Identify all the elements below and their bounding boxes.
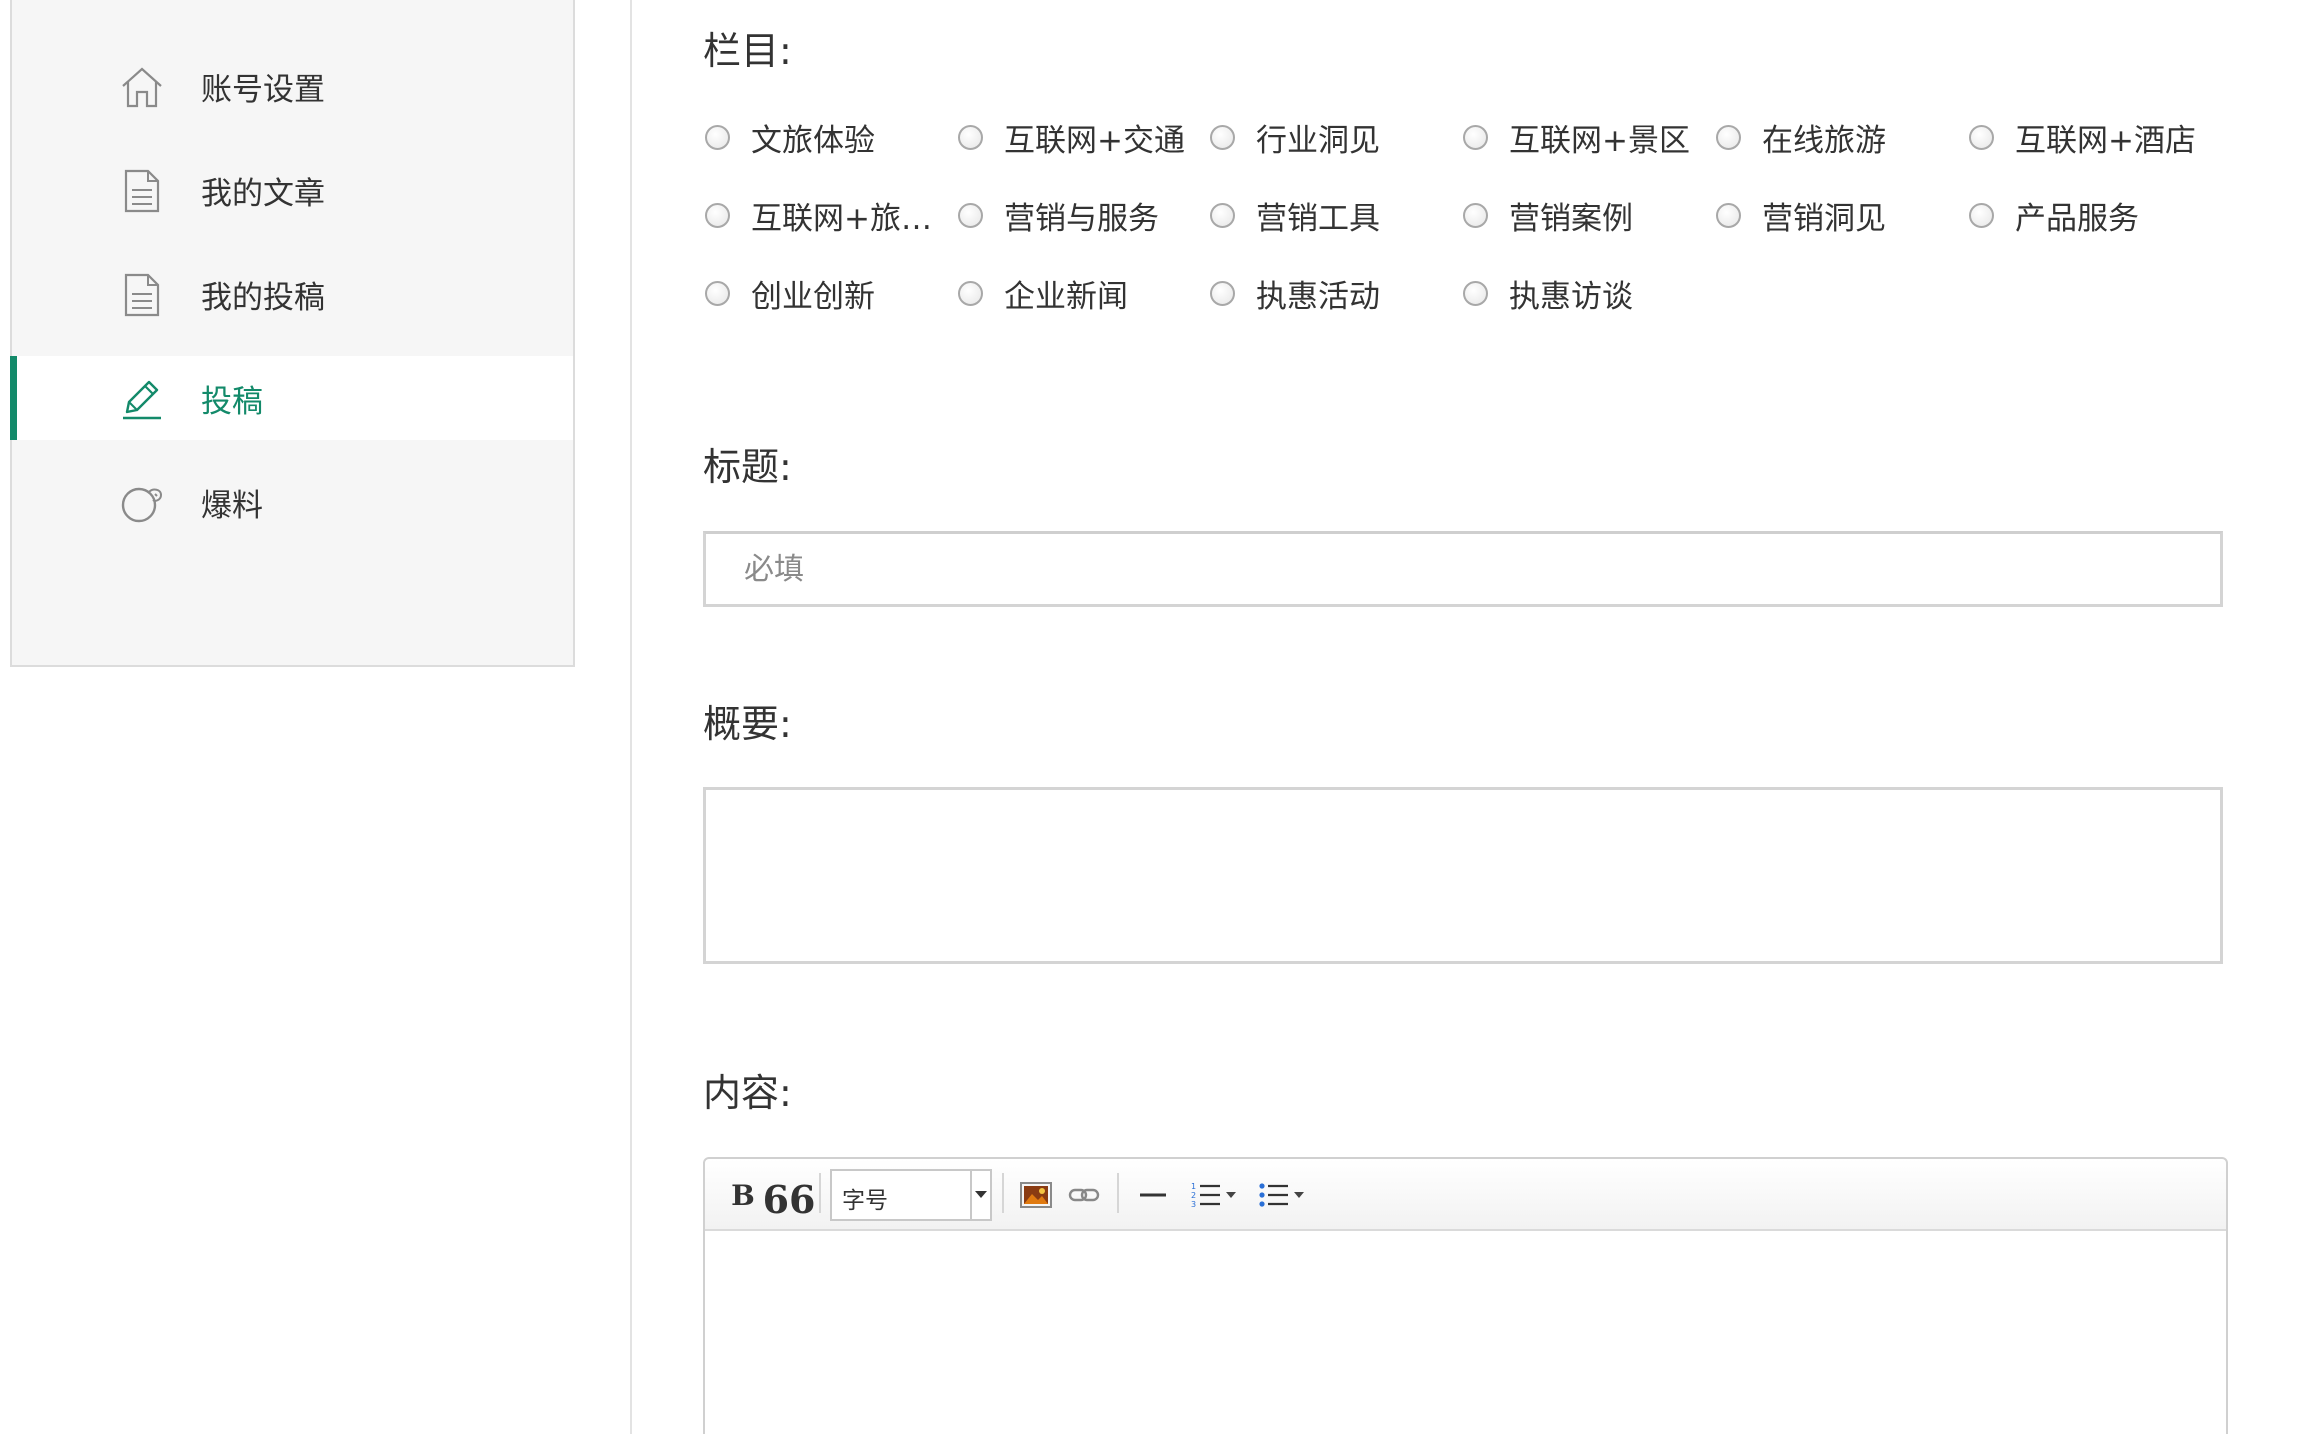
toolbar-separator — [1117, 1173, 1119, 1213]
radio-button[interactable] — [1716, 202, 1741, 228]
sidebar-item-scoop[interactable]: 爆料 — [12, 460, 573, 544]
scoop-icon — [121, 487, 163, 523]
ordered-list-button[interactable]: 1 2 3 — [1185, 1173, 1241, 1217]
unordered-list-button[interactable] — [1253, 1173, 1309, 1217]
font-size-select-value: 字号 — [842, 1188, 888, 1214]
content-divider — [630, 0, 632, 1434]
select-divider — [970, 1171, 972, 1219]
editor-body[interactable] — [705, 1231, 2226, 1434]
radio-button[interactable] — [1463, 280, 1488, 306]
ordered-list-icon: 1 2 3 — [1191, 1182, 1220, 1209]
sidebar-item-label: 爆料 — [201, 487, 263, 524]
quote-icon: 66 — [762, 1177, 816, 1222]
toolbar-separator — [1002, 1173, 1004, 1213]
category-option[interactable]: 营销与服务 — [958, 193, 1159, 237]
radio-button[interactable] — [958, 124, 983, 150]
category-option[interactable]: 创业创新 — [705, 271, 875, 315]
sidebar-item-submit[interactable]: 投稿 — [10, 356, 573, 440]
radio-button[interactable] — [1210, 280, 1235, 306]
svg-text:3: 3 — [1191, 1200, 1196, 1209]
home-icon — [122, 67, 162, 108]
link-icon — [1068, 1188, 1100, 1202]
radio-button[interactable] — [958, 202, 983, 228]
radio-button[interactable] — [705, 124, 730, 150]
category-option[interactable]: 企业新闻 — [958, 271, 1128, 315]
radio-button[interactable] — [1969, 202, 1994, 228]
category-option[interactable]: 在线旅游 — [1716, 115, 1886, 159]
sidebar-item-label: 我的文章 — [201, 175, 325, 212]
toolbar-separator — [819, 1173, 821, 1213]
chevron-down-icon — [975, 1191, 987, 1198]
sidebar-item-label: 账号设置 — [201, 71, 325, 108]
insert-image-button[interactable] — [1018, 1173, 1054, 1217]
horizontal-rule-icon — [1140, 1193, 1166, 1197]
category-option[interactable]: 营销案例 — [1463, 193, 1633, 237]
category-option[interactable]: 互联网+景区 — [1463, 115, 1690, 159]
editor-toolbar: B 66 字号 1 2 3 — [705, 1159, 2226, 1231]
radio-button[interactable] — [1210, 202, 1235, 228]
category-option[interactable]: 产品服务 — [1969, 193, 2139, 237]
category-option[interactable]: 营销工具 — [1210, 193, 1380, 237]
insert-link-button[interactable] — [1066, 1173, 1102, 1217]
unordered-list-icon — [1259, 1183, 1288, 1207]
chevron-down-icon — [1294, 1192, 1304, 1198]
category-option[interactable]: 互联网+交通 — [958, 115, 1185, 159]
document-icon — [124, 169, 160, 213]
category-option[interactable]: 执惠访谈 — [1463, 271, 1633, 315]
sidebar: 账号设置 我的文章 我的投稿 投稿 爆料 — [10, 0, 575, 667]
radio-button[interactable] — [1463, 202, 1488, 228]
sidebar-item-my-articles[interactable]: 我的文章 — [12, 148, 573, 232]
category-label: 栏目: — [703, 29, 792, 73]
title-input[interactable] — [703, 531, 2223, 607]
category-option[interactable]: 互联网+旅行社 — [705, 193, 951, 237]
svg-text:1: 1 — [1191, 1182, 1196, 1191]
category-option[interactable]: 执惠活动 — [1210, 271, 1380, 315]
image-icon — [1020, 1182, 1052, 1208]
svg-text:2: 2 — [1191, 1191, 1196, 1200]
radio-button[interactable] — [1463, 124, 1488, 150]
edit-icon — [123, 380, 161, 420]
category-option[interactable]: 营销洞见 — [1716, 193, 1886, 237]
chevron-down-icon — [1226, 1192, 1236, 1198]
radio-button[interactable] — [705, 280, 730, 306]
rich-text-editor: B 66 字号 1 2 3 — [703, 1157, 2228, 1434]
category-option[interactable]: 文旅体验 — [705, 115, 875, 159]
radio-button[interactable] — [958, 280, 983, 306]
summary-label: 概要: — [703, 702, 792, 746]
category-option[interactable]: 行业洞见 — [1210, 115, 1380, 159]
bold-icon: B — [731, 1178, 755, 1212]
radio-button[interactable] — [1716, 124, 1741, 150]
sidebar-item-my-submissions[interactable]: 我的投稿 — [12, 252, 573, 336]
document-icon — [124, 273, 160, 317]
summary-textarea[interactable] — [703, 787, 2223, 964]
radio-button[interactable] — [1969, 124, 1994, 150]
radio-button[interactable] — [705, 202, 730, 228]
sidebar-item-label: 投稿 — [201, 383, 263, 420]
horizontal-rule-button[interactable] — [1135, 1173, 1171, 1217]
blockquote-button[interactable]: 66 — [763, 1173, 816, 1219]
bold-button[interactable]: B — [725, 1173, 761, 1217]
content-label: 内容: — [703, 1071, 792, 1115]
category-option[interactable]: 互联网+酒店 — [1969, 115, 2196, 159]
sidebar-item-account-settings[interactable]: 账号设置 — [12, 44, 573, 128]
sidebar-item-label: 我的投稿 — [201, 279, 325, 316]
title-label: 标题: — [703, 445, 792, 489]
font-size-select[interactable]: 字号 — [830, 1169, 992, 1221]
radio-button[interactable] — [1210, 124, 1235, 150]
